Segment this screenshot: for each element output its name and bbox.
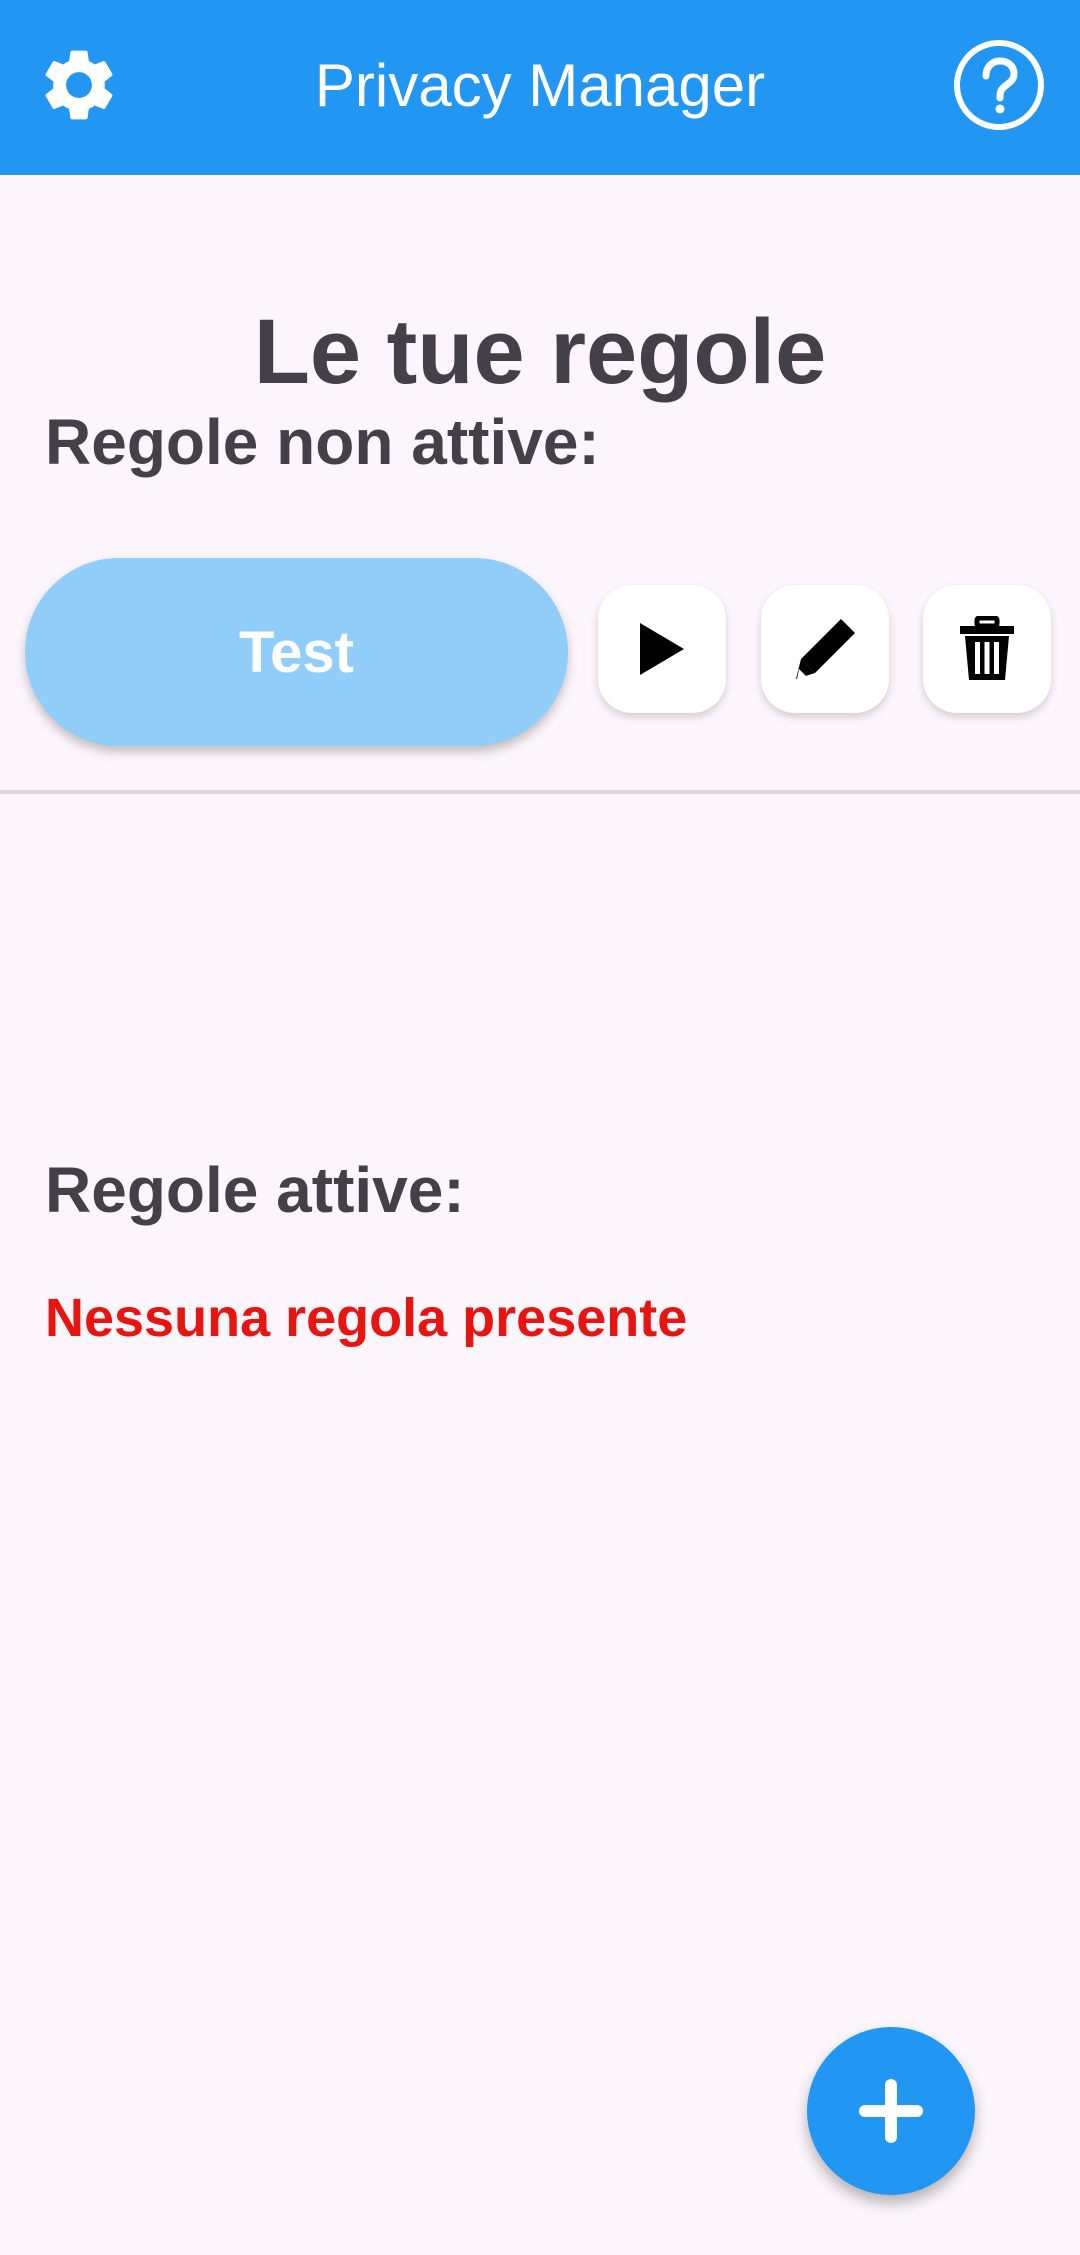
add-rule-button[interactable] bbox=[807, 2027, 975, 2195]
inactive-rules-heading: Regole non attive: bbox=[45, 406, 600, 478]
section-divider bbox=[0, 790, 1080, 794]
activate-rule-button[interactable] bbox=[598, 585, 726, 713]
rule-test-button[interactable]: Test bbox=[25, 558, 568, 746]
help-button[interactable] bbox=[952, 38, 1046, 132]
pencil-icon bbox=[796, 619, 855, 679]
play-icon bbox=[640, 623, 684, 675]
page-title: Le tue regole bbox=[253, 300, 827, 403]
edit-rule-button[interactable] bbox=[761, 585, 889, 713]
trash-icon bbox=[960, 616, 1014, 680]
app-title: Privacy Manager bbox=[314, 52, 766, 119]
rule-name-label: Test bbox=[239, 619, 354, 685]
active-rules-heading: Regole attive: bbox=[45, 1154, 465, 1226]
empty-rules-message: Nessuna regola presente bbox=[45, 1288, 688, 1348]
delete-rule-button[interactable] bbox=[923, 585, 1051, 713]
plus-icon bbox=[859, 2079, 923, 2143]
app-bar: Privacy Manager bbox=[0, 0, 1080, 175]
help-icon bbox=[954, 40, 1044, 130]
